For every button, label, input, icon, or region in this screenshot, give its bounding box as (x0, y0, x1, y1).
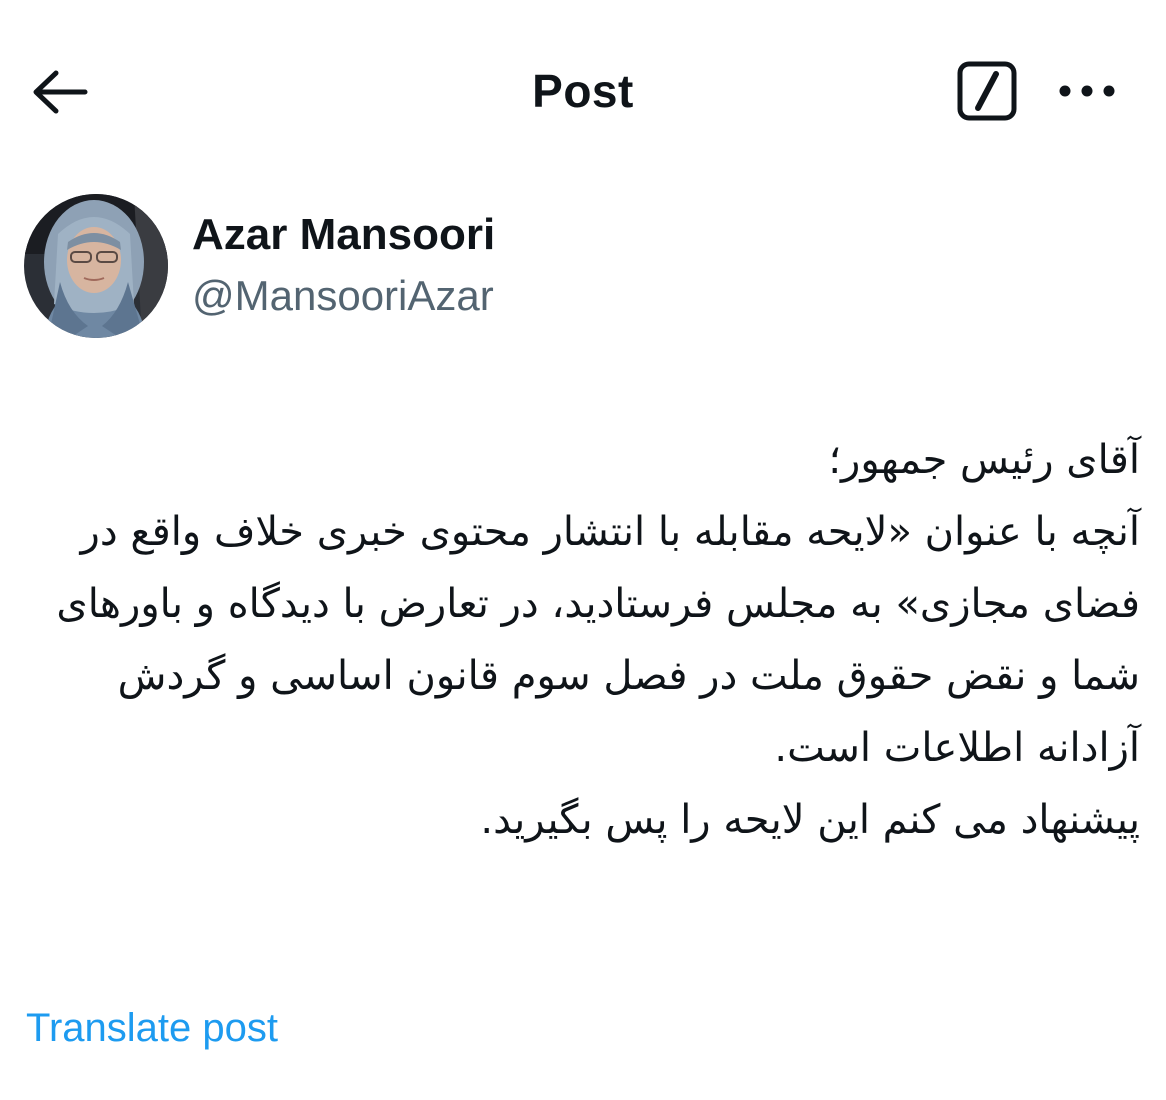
more-options-button[interactable] (1050, 60, 1124, 122)
tweet-text: آقای رئیس جمهور؛ آنچه با عنوان «لایحه مق… (56, 437, 1140, 843)
post-screen: Post Azar Mansoori @MansooriAzar آقای رئ… (0, 0, 1166, 1100)
grok-button[interactable] (950, 58, 1024, 124)
avatar[interactable] (24, 194, 168, 338)
user-handle[interactable]: @MansooriAzar (192, 272, 494, 320)
grok-slash-icon (957, 61, 1017, 121)
translate-post-link[interactable]: Translate post (26, 1006, 278, 1051)
avatar-photo (24, 194, 168, 338)
display-name[interactable]: Azar Mansoori (192, 210, 495, 260)
top-bar: Post (0, 0, 1166, 180)
author-row: Azar Mansoori @MansooriAzar (24, 194, 924, 344)
more-horizontal-icon (1059, 85, 1115, 97)
